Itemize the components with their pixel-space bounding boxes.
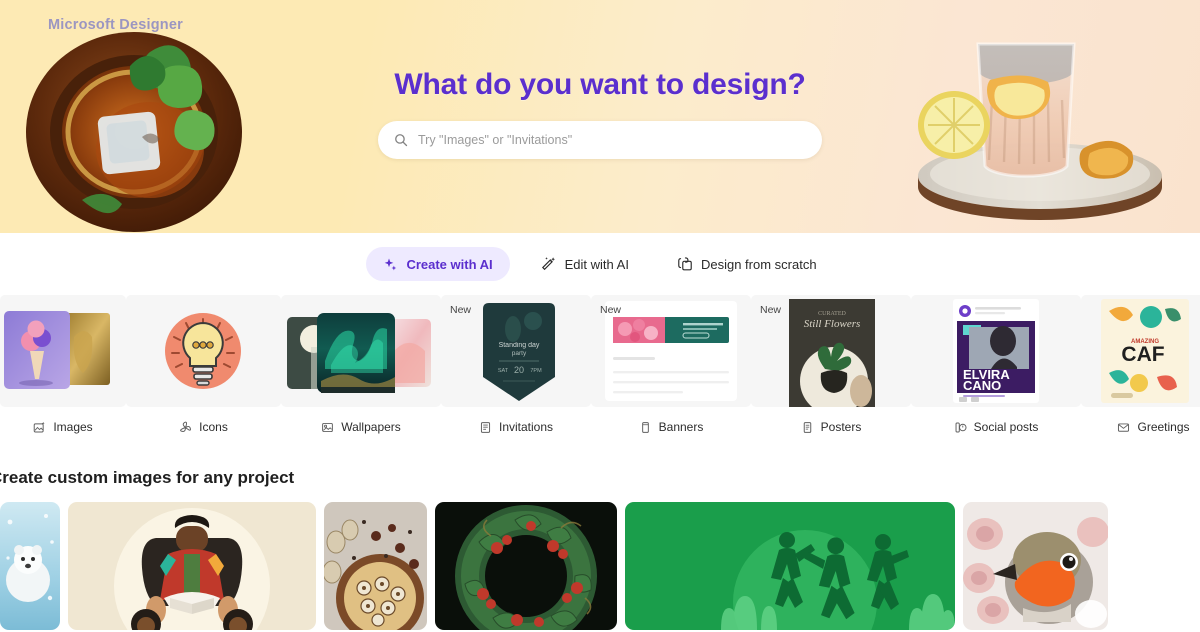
social-post-icon [955, 422, 967, 432]
category-thumb: New [591, 295, 751, 407]
category-label: Invitations [498, 420, 554, 434]
category-card-images[interactable]: Images [0, 295, 126, 443]
amazing-caf-greeting-card: AMAZING CAF [1101, 299, 1189, 403]
category-card-icons[interactable]: Icons [126, 295, 281, 443]
poster-icon [803, 421, 811, 433]
food-platter-overhead-image [324, 502, 427, 630]
category-card-social-posts[interactable]: ELVIRA CANO Social posts [911, 295, 1081, 443]
category-card-posters[interactable]: New CURATED Still Flowers Posters [751, 295, 911, 443]
tab-label: Design from scratch [700, 256, 817, 272]
tab-edit-with-ai[interactable]: Edit with AI [524, 247, 646, 281]
banner-icon [641, 421, 649, 433]
category-label: Wallpapers [341, 420, 401, 434]
gallery-card-polar-bear[interactable] [0, 502, 60, 630]
svg-text:20: 20 [514, 365, 524, 375]
aurora-borealis-wallpaper [287, 313, 431, 393]
category-label-row: Wallpapers [321, 420, 401, 434]
category-thumb [0, 295, 126, 407]
category-label-row: Images [33, 420, 93, 434]
hero-content: What do you want to design? [0, 0, 1200, 233]
new-badge: New [760, 304, 782, 316]
tab-create-with-ai[interactable]: Create with AI [366, 247, 510, 281]
search-bar[interactable] [378, 121, 822, 159]
category-label: Banners [658, 420, 704, 434]
robin-bird-closeup-image [963, 502, 1108, 630]
lightbulb-orange-circle-icon [165, 313, 241, 389]
image-gallery [0, 502, 1200, 630]
category-thumb [281, 295, 441, 407]
category-label-row: Banners [639, 420, 704, 434]
category-strip: Images Icons Wallpapers New Standing day… [0, 295, 1200, 443]
envelope-icon [1118, 422, 1130, 432]
mode-tabs: Create with AI Edit with AI Design from … [0, 233, 1200, 295]
category-thumb: New CURATED Still Flowers [751, 295, 911, 407]
section-header: Create custom images for any project [0, 443, 1200, 502]
category-label: Images [53, 420, 93, 434]
svg-text:CANO: CANO [963, 378, 1001, 393]
category-card-banners[interactable]: New Banners [591, 295, 751, 443]
gallery-card-robin-bird[interactable] [963, 502, 1108, 630]
tab-design-from-scratch[interactable]: Design from scratch [660, 247, 834, 281]
category-card-greetings[interactable]: AMAZING CAF Greetings [1081, 295, 1200, 443]
category-thumb [126, 295, 281, 407]
tab-label: Edit with AI [564, 256, 629, 272]
svg-text:Standing day: Standing day [499, 342, 540, 349]
storyteller-family-illustration [68, 502, 316, 630]
new-badge: New [450, 304, 472, 316]
canvas-shapes-icon [678, 257, 692, 271]
category-thumb: New Standing day party SAT 20 7PM [441, 295, 591, 407]
svg-text:SAT: SAT [498, 368, 509, 374]
icons-pinwheel-icon [180, 421, 192, 432]
brand-logo-text: Microsoft Designer [48, 17, 183, 33]
gallery-card-christmas-wreath[interactable] [435, 502, 617, 630]
hero-banner: Microsoft Designer What do you want to d… [0, 0, 1200, 233]
category-label: Posters [820, 420, 862, 434]
search-input[interactable] [418, 133, 806, 147]
category-label: Greetings [1137, 420, 1190, 434]
svg-text:party: party [512, 350, 527, 357]
invitation-card-icon [480, 421, 491, 433]
gallery-card-food-platter[interactable] [324, 502, 427, 630]
polar-bear-winter-image [0, 502, 60, 630]
category-label-row: Posters [801, 420, 862, 434]
search-icon [395, 134, 408, 147]
svg-text:7PM: 7PM [530, 368, 542, 374]
green-runners-silhouette-image [625, 502, 955, 630]
new-badge: New [600, 304, 622, 316]
category-card-invitations[interactable]: New Standing day party SAT 20 7PM Invita… [441, 295, 591, 443]
category-thumb: AMAZING CAF [1081, 295, 1200, 407]
category-label-row: Greetings [1117, 420, 1190, 434]
category-card-wallpapers[interactable]: Wallpapers [281, 295, 441, 443]
sparkle-icon [385, 258, 397, 270]
ice-cream-cone-purple-gradient [4, 311, 110, 389]
designer-home-page: Microsoft Designer What do you want to d… [0, 0, 1200, 632]
category-label-row: Icons [179, 420, 228, 434]
svg-text:Still Flowers: Still Flowers [804, 318, 861, 330]
elvira-cano-social-post: ELVIRA CANO [953, 299, 1039, 403]
svg-text:CAF: CAF [1121, 343, 1164, 366]
category-label: Icons [199, 420, 228, 434]
page-title: What do you want to design? [394, 68, 806, 101]
christmas-holly-wreath-image [435, 502, 617, 630]
category-thumb: ELVIRA CANO [911, 295, 1081, 407]
gallery-card-green-runners[interactable] [625, 502, 955, 630]
category-label: Social posts [973, 420, 1039, 434]
wallpaper-icon [322, 422, 334, 432]
magic-wand-icon [541, 257, 555, 271]
section-title: Create custom images for any project [0, 468, 295, 487]
category-label-row: Invitations [479, 420, 553, 434]
tab-label: Create with AI [406, 256, 493, 272]
gallery-card-storyteller[interactable] [68, 502, 316, 630]
svg-text:CURATED: CURATED [818, 311, 846, 317]
image-sparkle-icon [34, 421, 46, 432]
category-label-row: Social posts [954, 420, 1039, 434]
